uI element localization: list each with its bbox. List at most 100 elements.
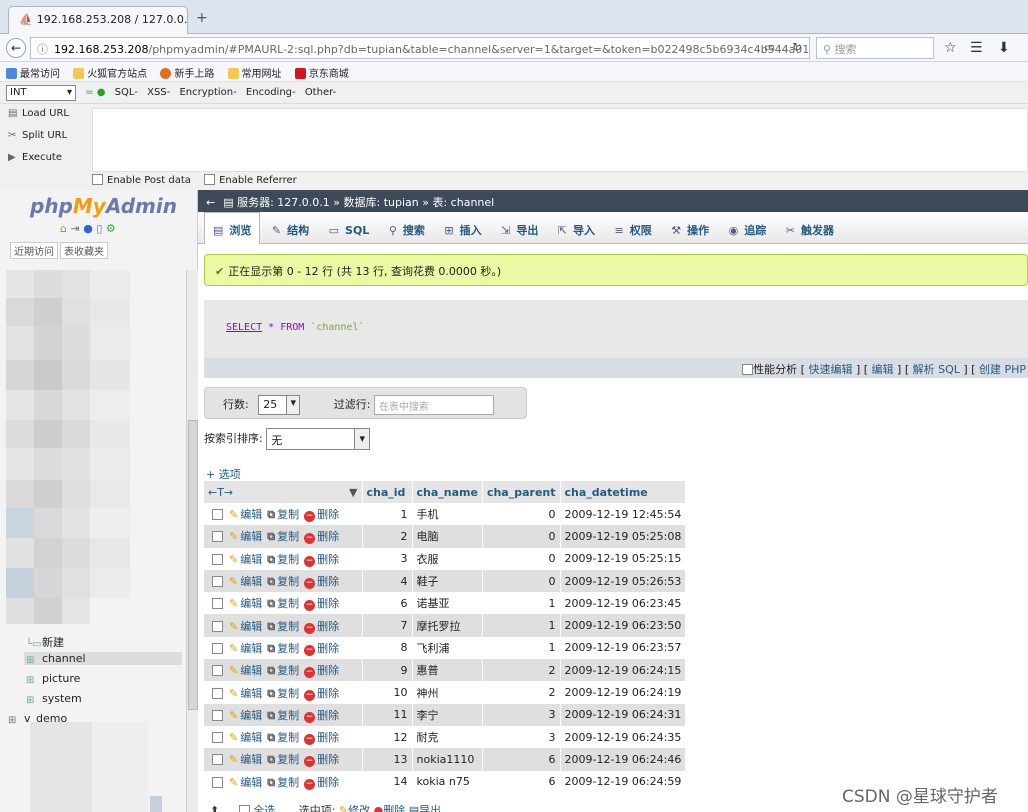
row-delete-button[interactable]: − 删除 <box>304 642 339 656</box>
cell-cha-name[interactable]: 李宁 <box>412 703 483 726</box>
options-link[interactable]: + 选项 <box>206 466 241 482</box>
check-all-checkbox[interactable] <box>238 805 250 812</box>
cell-cha-datetime[interactable]: 2009-12-19 06:23:57 <box>560 636 687 660</box>
cell-cha-id[interactable]: 2 <box>362 525 413 548</box>
hackbar-menu-sql[interactable]: SQL- <box>115 87 138 98</box>
cell-cha-id[interactable]: 8 <box>362 636 413 660</box>
row-edit-button[interactable]: ✎ 编辑 <box>229 575 262 588</box>
row-edit-button[interactable]: ✎ 编辑 <box>229 642 262 655</box>
row-delete-button[interactable]: − 删除 <box>304 753 339 768</box>
tree-node-system[interactable]: ⊞ system <box>26 692 82 706</box>
cell-cha-datetime[interactable]: 2009-12-19 06:24:59 <box>560 770 687 793</box>
tab-sql[interactable]: ▭ SQL <box>321 215 378 247</box>
table-row[interactable]: ✎ 编辑 ⧉ 复制 − 删除 6 诺基亚 1 2009-12-19 06:23:45 <box>204 592 687 615</box>
explain-sql-link[interactable]: 解析 SQL <box>913 363 960 376</box>
rows-select[interactable]: 25 <box>258 395 301 415</box>
bookmark-star-icon[interactable]: ☆ <box>944 40 957 56</box>
phpmyadmin-logo[interactable]: phpMyAdmin <box>30 194 177 218</box>
sql-select-keyword[interactable]: SELECT <box>226 322 262 333</box>
help-icon[interactable]: ● <box>83 222 93 235</box>
browser-tab[interactable]: ⛵192.168.253.208 / 127.0.0.1 × <box>8 6 188 34</box>
check-all-label[interactable]: 全选 <box>253 804 275 812</box>
back-icon[interactable]: ← <box>6 38 26 58</box>
favorites-tab[interactable]: 表收藏夹 <box>60 242 108 259</box>
row-edit-button[interactable]: ✎ 编辑 <box>229 776 262 789</box>
row-checkbox[interactable] <box>212 776 223 788</box>
hackbar-toggle-icon[interactable]: = ● <box>85 87 105 98</box>
row-edit-button[interactable]: ✎ 编辑 <box>229 620 262 633</box>
cell-cha-name[interactable]: 手机 <box>412 503 483 526</box>
new-tab-button[interactable]: + <box>196 10 208 26</box>
cell-cha-name[interactable]: nokia1110 <box>412 748 483 771</box>
table-row[interactable]: ✎ 编辑 ⧉ 复制 − 删除 4 鞋子 0 2009-12-19 05:26:53 <box>204 569 687 593</box>
load-url-button[interactable]: ▤ Load URL <box>0 104 90 126</box>
header-cha-parent[interactable]: cha_parent <box>482 481 561 503</box>
sort-dropdown-icon[interactable]: ▼ <box>349 486 357 499</box>
inline-edit-link[interactable]: 快速编辑 <box>808 363 852 376</box>
row-edit-button[interactable]: ✎ 编辑 <box>229 597 262 610</box>
cell-cha-parent[interactable]: 0 <box>482 525 561 548</box>
cell-cha-name[interactable]: 电脑 <box>412 525 483 548</box>
filter-input[interactable]: 在表中搜索 <box>373 395 494 415</box>
row-edit-button[interactable]: ✎ 编辑 <box>229 687 262 700</box>
enable-referrer-option[interactable]: Enable Referrer <box>204 174 297 186</box>
cell-cha-datetime[interactable]: 2009-12-19 06:24:15 <box>560 659 687 682</box>
row-delete-button[interactable]: − 删除 <box>304 731 339 746</box>
enable-post-checkbox[interactable] <box>92 174 103 185</box>
row-delete-button[interactable]: − 删除 <box>304 709 339 723</box>
cell-cha-id[interactable]: 11 <box>362 703 413 726</box>
row-delete-button[interactable]: − 删除 <box>304 664 339 679</box>
row-checkbox[interactable] <box>212 509 223 521</box>
hackbar-url-textarea[interactable] <box>92 108 1028 172</box>
table-row[interactable]: ✎ 编辑 ⧉ 复制 − 删除 13 nokia1110 6 2009-12-19 06:24:46 <box>204 748 687 771</box>
tree-node-channel[interactable]: ⊞ channel <box>24 652 182 666</box>
table-row[interactable]: ✎ 编辑 ⧉ 复制 − 删除 3 衣服 0 2009-12-19 05:25:15 <box>204 547 687 570</box>
breadcrumb-text[interactable]: 服务器: 127.0.0.1 » 数据库: tupian » 表: channe… <box>237 196 494 209</box>
cell-cha-name[interactable]: 诺基亚 <box>412 592 483 615</box>
row-copy-button[interactable]: ⧉ 复制 <box>267 776 299 789</box>
cell-cha-datetime[interactable]: 2009-12-19 12:45:54 <box>560 503 687 526</box>
row-checkbox[interactable] <box>212 620 223 632</box>
row-copy-button[interactable]: ⧉ 复制 <box>267 530 299 543</box>
tab-tracking[interactable]: ◉ 追踪 <box>721 213 775 245</box>
logout-icon[interactable]: ⇥ <box>70 222 79 235</box>
cell-cha-parent[interactable]: 1 <box>482 592 561 615</box>
cell-cha-id[interactable]: 7 <box>362 614 413 637</box>
bulk-delete-button[interactable]: ●删除 <box>374 804 406 812</box>
row-checkbox[interactable] <box>212 687 223 699</box>
hackbar-menu-encoding[interactable]: Encoding- <box>246 87 296 98</box>
cell-cha-parent[interactable]: 3 <box>482 725 561 749</box>
cell-cha-name[interactable]: 神州 <box>412 681 483 704</box>
enable-referrer-checkbox[interactable] <box>204 174 216 185</box>
row-checkbox[interactable] <box>212 576 223 588</box>
table-row[interactable]: ✎ 编辑 ⧉ 复制 − 删除 11 李宁 3 2009-12-19 06:24:31 <box>204 703 687 726</box>
cell-cha-datetime[interactable]: 2009-12-19 06:24:31 <box>560 703 687 726</box>
enable-post-option[interactable]: Enable Post data <box>92 174 191 186</box>
cell-cha-datetime[interactable]: 2009-12-19 05:25:15 <box>560 547 687 570</box>
row-copy-button[interactable]: ⧉ 复制 <box>267 709 299 722</box>
split-url-button[interactable]: ✂ Split URL <box>0 126 90 148</box>
tree-node-new[interactable]: └▭新建 <box>26 634 64 650</box>
row-copy-button[interactable]: ⧉ 复制 <box>267 620 299 633</box>
reading-list-icon[interactable]: ☰ <box>970 40 983 56</box>
row-edit-button[interactable]: ✎ 编辑 <box>229 709 262 722</box>
header-cha-datetime[interactable]: cha_datetime <box>560 481 687 503</box>
profiling-checkbox[interactable] <box>742 364 754 375</box>
bulk-export-button[interactable]: ▤导出 <box>409 804 441 812</box>
row-checkbox[interactable] <box>212 754 223 766</box>
cell-cha-id[interactable]: 14 <box>362 770 413 793</box>
table-row[interactable]: ✎ 编辑 ⧉ 复制 − 删除 10 神州 2 2009-12-19 06:24:19 <box>204 681 687 704</box>
tree-scrollbar[interactable] <box>186 270 198 812</box>
row-copy-button[interactable]: ⧉ 复制 <box>267 664 299 677</box>
header-cha-id[interactable]: cha_id <box>362 481 413 503</box>
scrollbar-thumb[interactable] <box>188 420 198 710</box>
table-row[interactable]: ✎ 编辑 ⧉ 复制 − 删除 9 惠普 2 2009-12-19 06:24:15 <box>204 659 687 682</box>
bookmark-firefox-site[interactable]: 火狐官方站点 <box>73 65 147 80</box>
tab-structure[interactable]: ✎ 结构 <box>264 213 317 245</box>
tab-triggers[interactable]: ✂ 触发器 <box>778 213 842 245</box>
tab-export[interactable]: ⇲ 导出 <box>493 213 546 245</box>
cell-cha-datetime[interactable]: 2009-12-19 05:26:53 <box>560 569 687 593</box>
url-bar[interactable]: ⓘ 192.168.253.208/phpmyadmin/#PMAURL-2:sq… <box>30 37 810 59</box>
sort-select[interactable]: 无 <box>266 428 371 450</box>
row-copy-button[interactable]: ⧉ 复制 <box>267 508 299 521</box>
